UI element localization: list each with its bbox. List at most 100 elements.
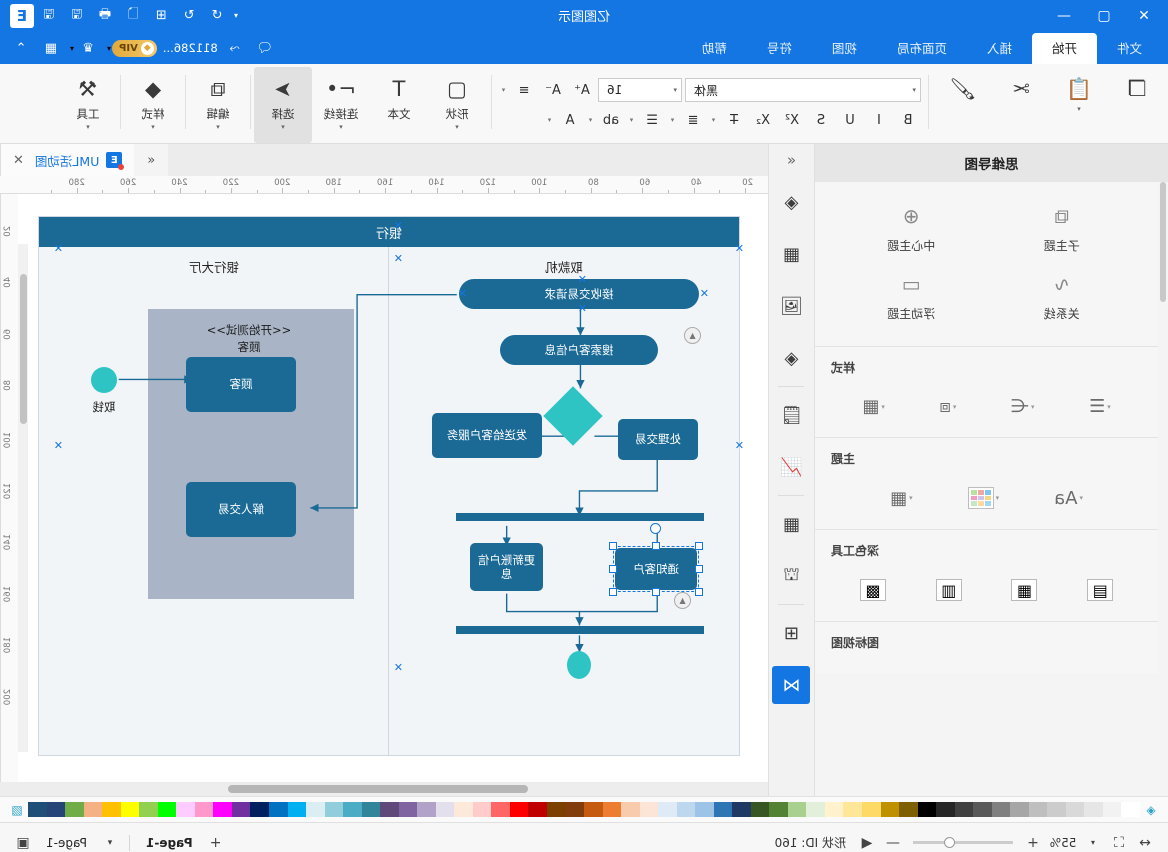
comment-icon[interactable]: 🗨	[252, 36, 278, 60]
color-swatch[interactable]	[547, 802, 566, 817]
color-swatch[interactable]	[213, 802, 232, 817]
container-handle-bc[interactable]: ✕	[394, 661, 403, 674]
node-fork-bar[interactable]	[456, 513, 704, 521]
tab-kaishi[interactable]: 开始	[1031, 32, 1097, 64]
theme-color-button[interactable]: ▾	[967, 487, 999, 509]
color-swatch[interactable]	[46, 802, 66, 817]
color-swatch[interactable]	[176, 802, 195, 817]
user-account-label[interactable]: 811286...	[163, 41, 218, 55]
underline-button[interactable]: U	[837, 108, 863, 132]
color-swatch[interactable]	[361, 802, 381, 817]
highlight-button[interactable]: ab	[598, 108, 624, 132]
vertical-scroll-thumb[interactable]	[20, 274, 27, 424]
color-swatch[interactable]	[231, 802, 251, 817]
redo-icon[interactable]: ↻	[176, 4, 202, 28]
table-style-2-icon[interactable]: ▦	[1011, 579, 1038, 601]
horizontal-scrollbar[interactable]	[0, 782, 768, 796]
color-swatches[interactable]	[28, 802, 1140, 817]
style-grid-button[interactable]: ▾ ▦	[862, 396, 885, 417]
strikethrough-button[interactable]: S	[808, 108, 834, 132]
theme-icon[interactable]: ♛	[75, 36, 101, 60]
style-button[interactable]: ◆ 样式 ▾	[124, 67, 182, 143]
color-swatch[interactable]	[139, 802, 158, 817]
tab-wenjian[interactable]: 文件	[1097, 33, 1162, 65]
palette-none-icon[interactable]: ▨	[6, 803, 28, 817]
color-swatch[interactable]	[880, 802, 900, 817]
color-swatch[interactable]	[509, 802, 529, 817]
diagram-page[interactable]: 银行 取款机 银行大厅 接收交易请求 搜索客户信息 处理交易 发送给客户服务 通…	[38, 216, 744, 756]
color-swatch[interactable]	[1084, 802, 1103, 817]
resize-handle-e[interactable]	[609, 565, 617, 573]
save-icon[interactable]: 🖫	[36, 4, 62, 28]
pill-handle-bottom[interactable]: ✕	[578, 302, 587, 315]
node-search-customer[interactable]: 搜索客户信息	[500, 335, 658, 365]
swimlane-title[interactable]: 银行	[39, 217, 739, 247]
image-icon[interactable]: 🖼	[773, 287, 811, 325]
tab-fuhao[interactable]: 符号	[747, 33, 812, 65]
connector-button[interactable]: ⌐• 连接线 ▾	[312, 67, 370, 143]
clear-format-button[interactable]: T̶	[721, 108, 747, 132]
color-swatch[interactable]	[1102, 802, 1122, 817]
decrease-font-button[interactable]: A⁻	[540, 78, 566, 102]
chart-icon[interactable]: 📈	[773, 448, 811, 486]
color-swatch[interactable]	[306, 802, 325, 817]
undo-icon[interactable]: ↺	[204, 4, 230, 28]
color-swatch[interactable]	[676, 802, 696, 817]
page-tab-active[interactable]: Page-1	[136, 836, 203, 850]
chevron-down-icon-s2[interactable]: ▾	[1031, 403, 1035, 411]
align-text-button[interactable]: ≡	[511, 78, 537, 102]
color-swatch[interactable]	[973, 802, 992, 817]
prev-page-icon[interactable]: ◀	[854, 831, 880, 852]
table-icon[interactable]: ▦	[773, 505, 811, 543]
apps-icon[interactable]: ▦	[38, 36, 64, 60]
font-color-button[interactable]: A	[557, 108, 583, 132]
style-branch-button[interactable]: ▾ ⋲	[1011, 396, 1035, 417]
color-swatch[interactable]	[917, 802, 937, 817]
node-join-bar[interactable]	[456, 626, 704, 634]
document-tab-uml[interactable]: E UML活动图 ✕	[0, 144, 135, 176]
superscript-button[interactable]: X²	[779, 108, 805, 132]
page-dropdown-icon[interactable]: ▾	[97, 831, 123, 852]
add-page-button[interactable]: +	[203, 831, 229, 852]
layers-icon[interactable]: ◈	[773, 339, 811, 377]
chevron-down-icon-zoom[interactable]: ▾	[1080, 831, 1106, 852]
color-swatch[interactable]	[565, 802, 585, 817]
vertical-scrollbar[interactable]	[18, 244, 28, 752]
table-style-4-icon[interactable]: ▩	[859, 579, 886, 601]
chevron-down-icon-edit[interactable]: ▾	[216, 123, 220, 131]
collapse-left-icon[interactable]: «	[769, 144, 814, 176]
color-swatch[interactable]	[787, 802, 807, 817]
print-icon[interactable]: 🖶	[92, 4, 118, 28]
color-swatch[interactable]	[621, 802, 640, 817]
chevron-down-icon-shape[interactable]: ▾	[455, 123, 459, 131]
container-handle-mr[interactable]: ✕	[54, 439, 63, 452]
palette-expand-icon[interactable]: ◈	[1140, 803, 1162, 817]
color-swatch[interactable]	[862, 802, 881, 817]
color-swatch[interactable]	[713, 802, 733, 817]
color-swatch[interactable]	[120, 802, 140, 817]
pill-handle-right[interactable]: ✕	[458, 287, 467, 300]
table-style-1-icon[interactable]: ▤	[1087, 579, 1114, 601]
chevron-down-icon-paste[interactable]: ▾	[1077, 105, 1081, 113]
flowchart-icon[interactable]: ⊞	[773, 614, 811, 652]
color-swatch[interactable]	[584, 802, 603, 817]
color-swatch[interactable]	[324, 802, 344, 817]
close-button[interactable]: ✕	[1124, 0, 1164, 31]
theme-grid-button[interactable]: ▾ ▦	[890, 488, 913, 509]
color-swatch[interactable]	[639, 802, 659, 817]
chevron-down-icon-theme[interactable]: ▾	[107, 44, 111, 53]
increase-font-button[interactable]: A⁺	[569, 78, 595, 102]
resize-handle-w[interactable]	[695, 565, 703, 573]
color-swatch[interactable]	[28, 802, 47, 817]
copy-button[interactable]: ❐	[1108, 67, 1166, 143]
save-as-icon[interactable]: 🖫	[64, 4, 90, 28]
node-customer[interactable]: 顾客	[186, 357, 296, 412]
horizontal-scroll-thumb[interactable]	[228, 785, 528, 793]
color-swatch[interactable]	[936, 802, 955, 817]
color-swatch[interactable]	[750, 802, 770, 817]
item-sub-topic[interactable]: ⧉ 子主题	[992, 204, 1133, 254]
color-swatch[interactable]	[65, 802, 84, 817]
container-handle-tc[interactable]: ✕	[394, 219, 403, 232]
format-painter-button[interactable]: 🖌	[934, 67, 992, 143]
tools-button[interactable]: ⚒ 工具 ▾	[59, 67, 117, 143]
